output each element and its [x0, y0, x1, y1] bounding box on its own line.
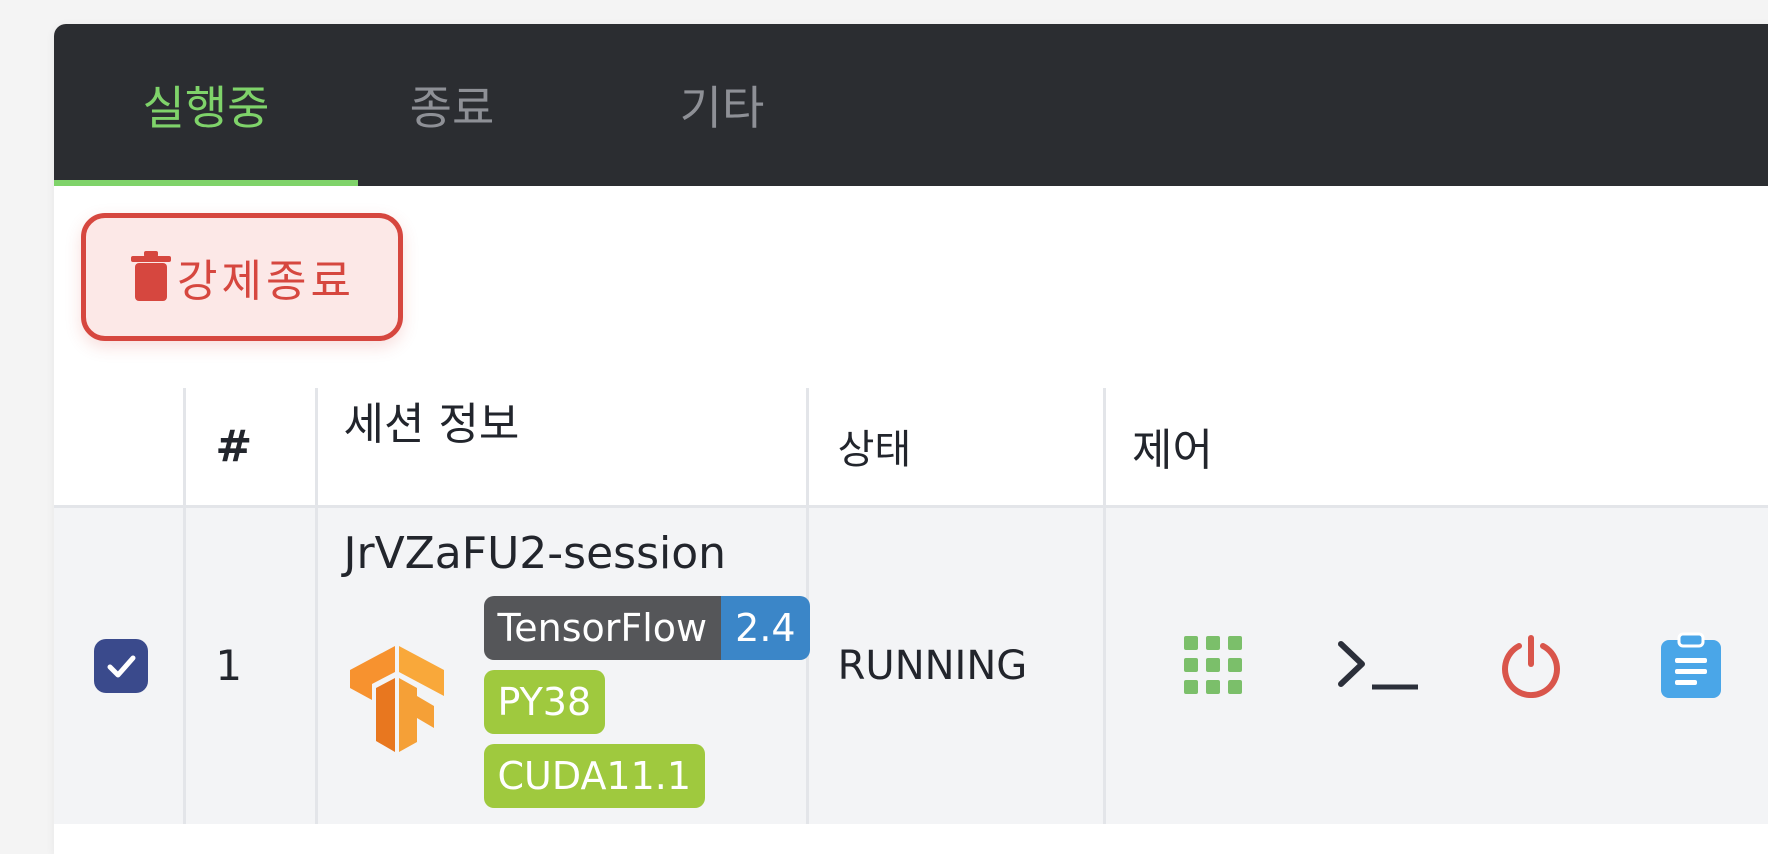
session-table: # 세션 정보 상태 제어 1 JrVZaFU2-session TensorF…	[54, 388, 1768, 824]
force-terminate-label: 강제종료	[177, 256, 355, 307]
header-status: 상태	[807, 388, 1106, 508]
power-icon[interactable]	[1499, 634, 1563, 698]
apps-icon[interactable]	[1183, 635, 1242, 694]
python-version-tag: PY38	[483, 669, 606, 734]
session-name: JrVZaFU2-session	[343, 527, 727, 579]
framework-name-tag: TensorFlow	[483, 595, 722, 660]
force-terminate-button[interactable]: 강제종료	[81, 213, 403, 341]
tab-bar: 실행중 종료 기타	[54, 24, 1768, 186]
tab-others[interactable]: 기타	[570, 24, 874, 186]
framework-version-tag: 2.4	[721, 595, 810, 660]
tab-running-label: 실행중	[142, 81, 270, 135]
tensorflow-logo-icon	[349, 645, 444, 752]
tab-others-label: 기타	[679, 81, 765, 135]
row-number: 1	[184, 506, 318, 824]
tab-finished[interactable]: 종료	[300, 24, 604, 186]
status-text: RUNNING	[807, 506, 1106, 824]
table-row: 1 JrVZaFU2-session TensorFlow 2.4 PY38 C…	[54, 506, 1768, 824]
session-info-cell: JrVZaFU2-session TensorFlow 2.4 PY38 CUD…	[316, 506, 810, 824]
check-icon	[107, 655, 136, 677]
row-checkbox[interactable]	[94, 638, 148, 693]
cuda-version-tag: CUDA11.1	[483, 743, 706, 808]
table-header-row: # 세션 정보 상태 제어	[54, 388, 1768, 508]
header-session-info: 세션 정보	[316, 388, 809, 508]
clipboard-icon[interactable]	[1659, 632, 1723, 700]
header-number: #	[184, 388, 318, 508]
tab-finished-label: 종료	[409, 81, 495, 135]
header-control: 제어	[1104, 388, 1768, 508]
control-cell	[1104, 506, 1768, 824]
row-select-cell	[54, 506, 187, 824]
terminal-icon[interactable]	[1336, 640, 1420, 692]
trash-icon	[131, 251, 172, 301]
session-tags: TensorFlow 2.4 PY38 CUDA11.1	[483, 595, 810, 818]
header-select	[54, 388, 187, 508]
